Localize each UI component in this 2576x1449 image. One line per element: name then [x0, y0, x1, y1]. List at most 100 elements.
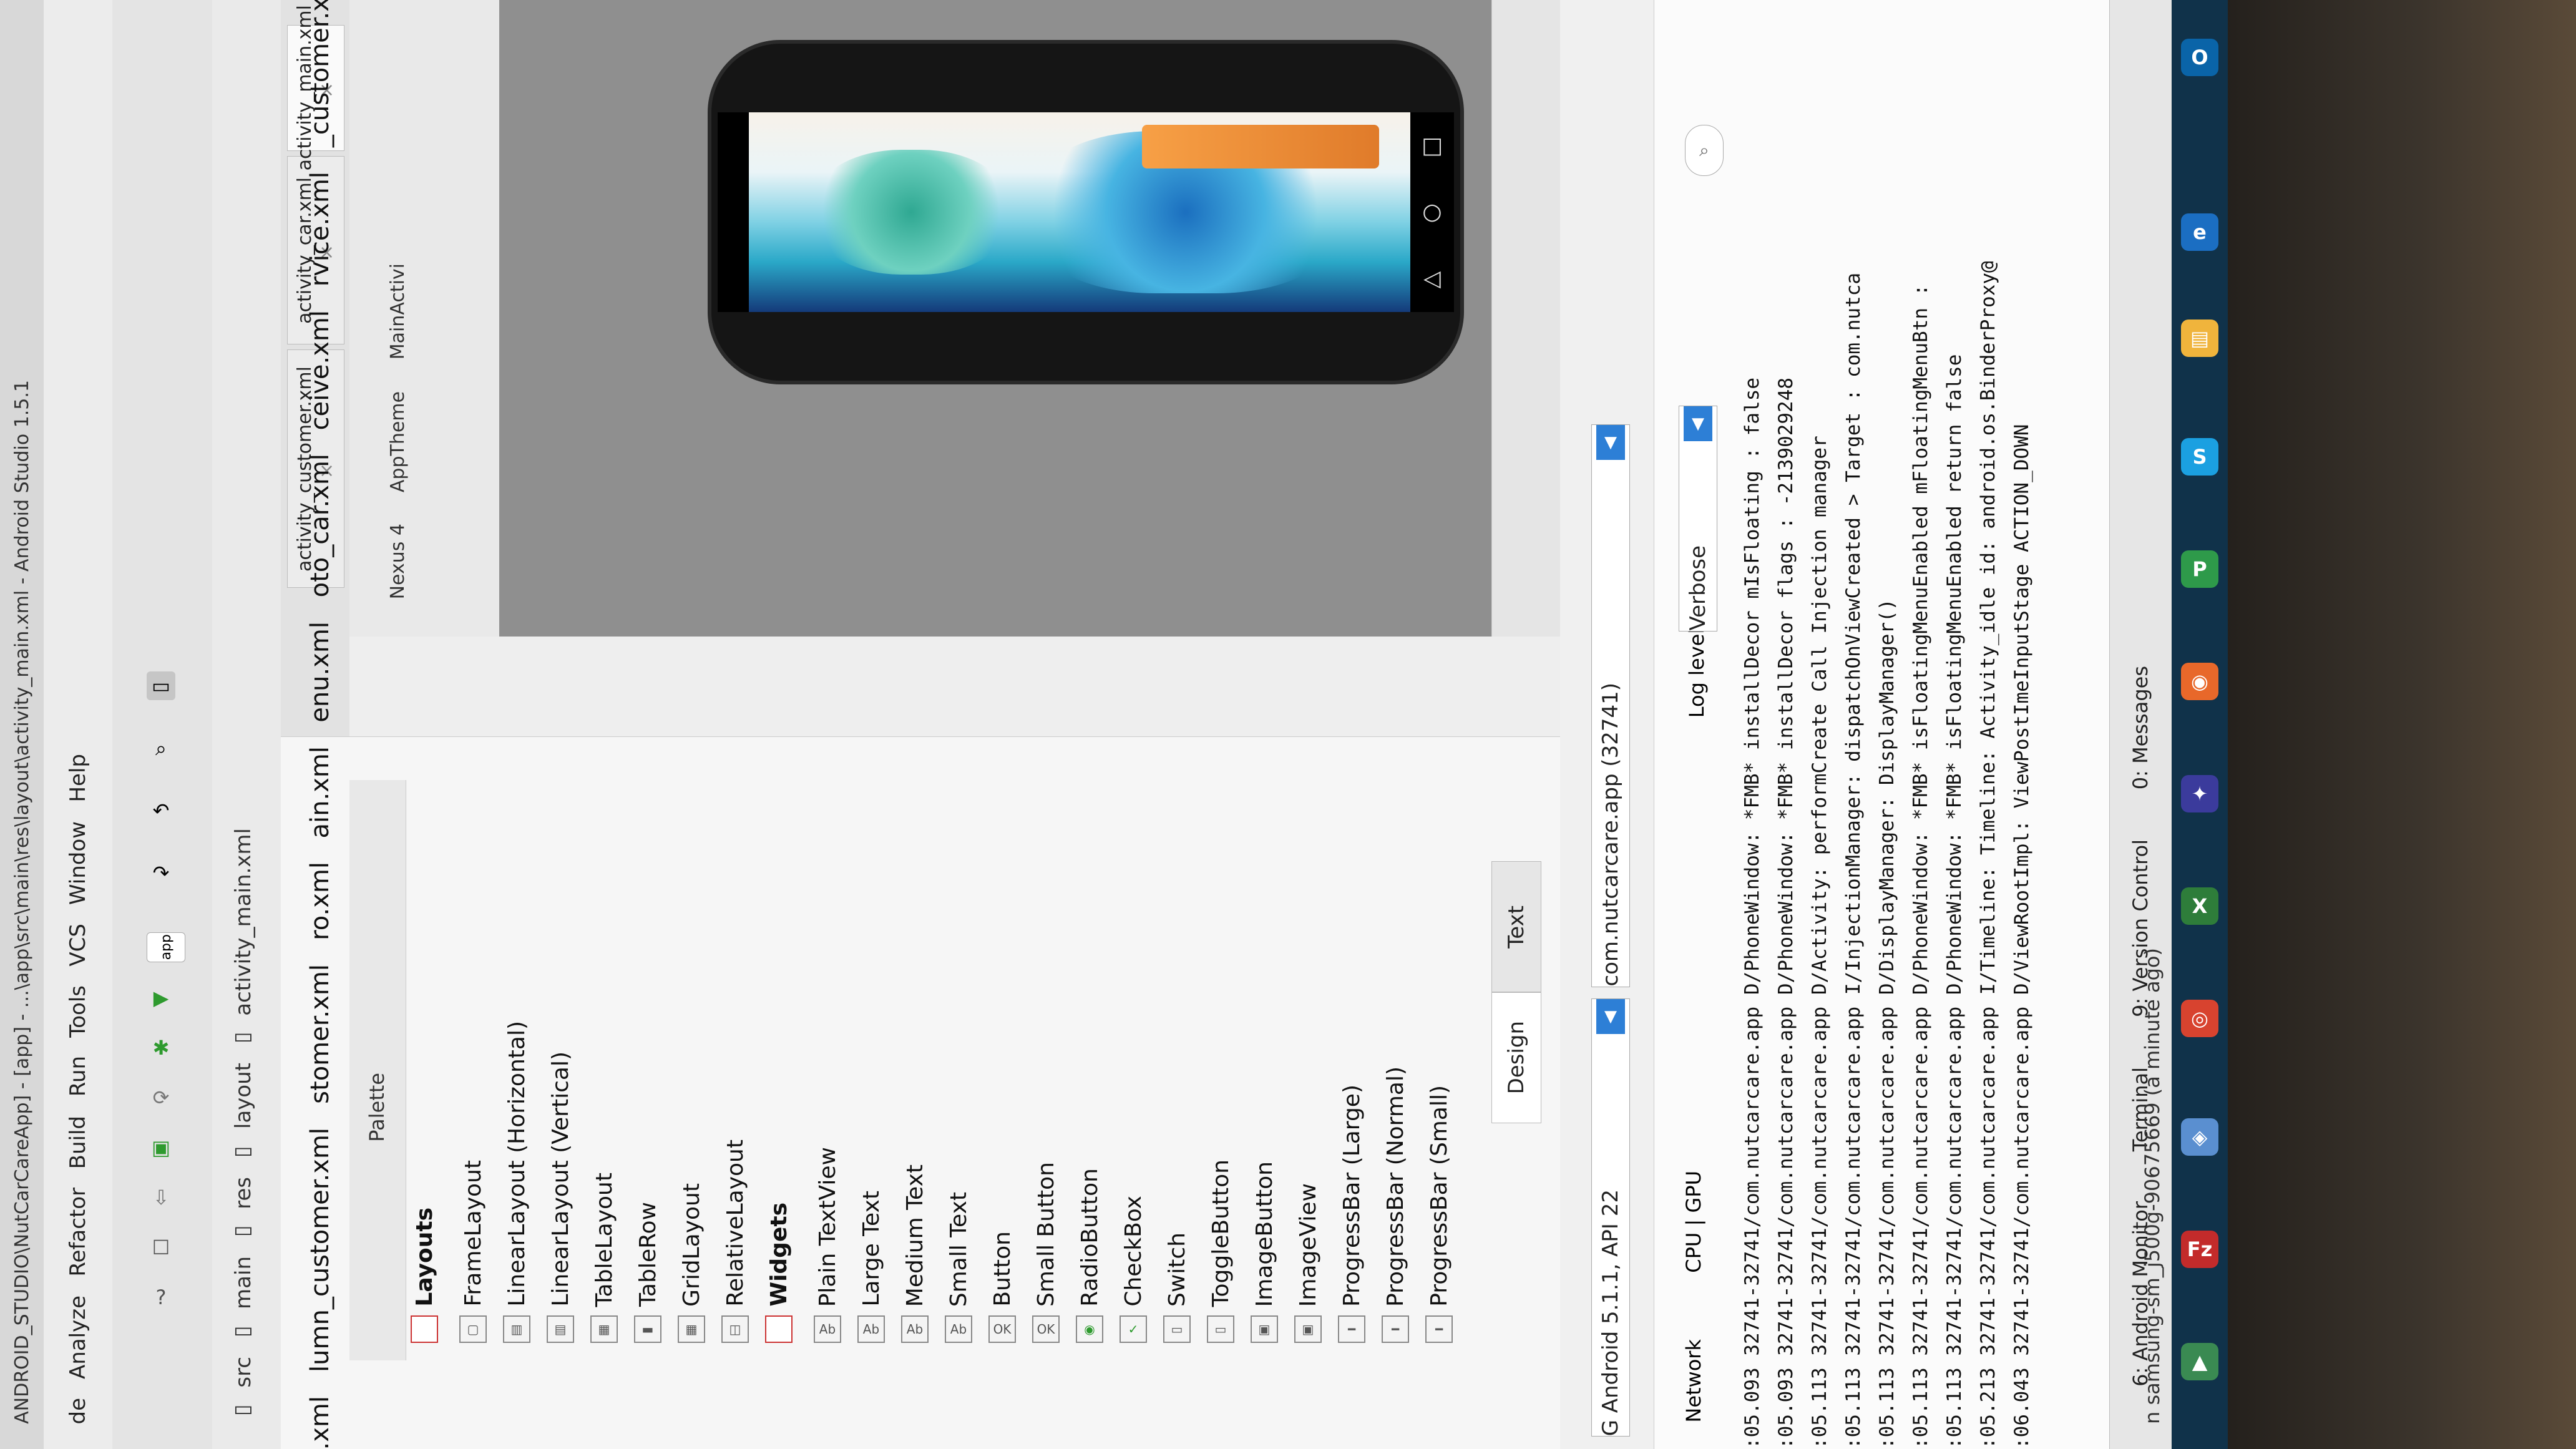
widget-icon: Ab [945, 1315, 972, 1343]
palette-item[interactable]: ▭ ToggleButton [1199, 1159, 1242, 1343]
firefox-icon[interactable]: ◉ [2181, 663, 2218, 700]
palette-item[interactable]: Ab Medium Text [893, 1164, 937, 1343]
palette-item[interactable]: ▬ TableRow [626, 1202, 670, 1343]
project-file-item[interactable]: lumn_customer.xml [306, 1128, 334, 1372]
project-file-item[interactable]: .xml [306, 1396, 334, 1449]
menu-item[interactable]: Help [66, 754, 90, 803]
avd-manager-icon[interactable]: ☐ [147, 1233, 175, 1262]
android-icon[interactable]: ▣ [147, 1133, 175, 1162]
folder-icon: ▭ [231, 1320, 256, 1346]
chevron-down-icon[interactable]: ▼ [1684, 406, 1712, 441]
widget-icon: ▦ [678, 1315, 705, 1343]
palette-item[interactable]: Ab Large Text [849, 1191, 893, 1343]
palette-item-label: GridLayout [678, 1183, 705, 1307]
palette-item[interactable]: ▣ ImageButton [1242, 1161, 1286, 1343]
project-file-item[interactable]: enu.xml [306, 622, 334, 723]
menu-bar: de Analyze Refactor Build Run Tools VCS Window H… [44, 0, 113, 1449]
outlook-icon[interactable]: O [2181, 39, 2218, 76]
palette-item[interactable]: Ab Small Text [937, 1192, 980, 1343]
palette-item[interactable]: ▤ LinearLayout (Vertical) [539, 1051, 582, 1343]
palette-item[interactable]: ▥ LinearLayout (Horizontal) [495, 1021, 539, 1343]
tab-text[interactable]: Text [1491, 861, 1541, 992]
log-level-select[interactable]: Verbose ▼ [1679, 406, 1717, 632]
project-file-item[interactable]: stomer.xml [306, 964, 334, 1104]
palette-item-label: RelativeLayout [722, 1139, 748, 1307]
menu-item[interactable]: Analyze [66, 1295, 90, 1379]
palette-item[interactable]: OK Button [980, 1231, 1024, 1343]
palette-item[interactable]: ━ ProgressBar (Small) [1417, 1085, 1461, 1343]
menu-item[interactable]: Window [66, 821, 90, 905]
breadcrumb-item[interactable]: activity_main.xml [231, 828, 256, 1016]
ide-screen: ANDROID_STUDIO\NutCarCareApp] - [app] - … [0, 0, 2184, 1449]
chevron-down-icon[interactable]: ▼ [1596, 999, 1625, 1034]
undo-icon[interactable]: ↶ [147, 796, 175, 825]
folder-icon [411, 1315, 438, 1343]
search-icon[interactable]: ⌕ [147, 734, 175, 763]
menu-item[interactable]: de [66, 1398, 90, 1425]
tab-design[interactable]: Design [1491, 992, 1541, 1123]
device-select[interactable]: Nexus 4 [387, 524, 409, 599]
palette-item[interactable]: Ab Plain TextView [806, 1147, 849, 1343]
process-select[interactable]: com.nutcarcare.app (32741) ▼ [1591, 424, 1630, 987]
project-file-item[interactable]: ro.xml [306, 862, 334, 940]
palette-group[interactable]: Widgets [757, 1203, 801, 1343]
module-select[interactable]: app [147, 932, 185, 962]
menu-item[interactable]: Tools [66, 985, 90, 1038]
breadcrumb-item[interactable]: res [231, 1177, 256, 1209]
palette-item[interactable]: ━ ProgressBar (Normal) [1373, 1066, 1417, 1343]
ie-icon[interactable]: e [2181, 213, 2218, 251]
palette-item-label: RadioButton [1076, 1168, 1103, 1307]
menu-item[interactable]: Build [66, 1116, 90, 1169]
palette-item[interactable]: ▭ Switch [1155, 1232, 1199, 1343]
skype-icon[interactable]: S [2181, 438, 2218, 476]
android-studio-icon[interactable]: ▲ [2181, 1343, 2218, 1380]
chevron-down-icon[interactable]: ▼ [1596, 425, 1625, 460]
activity-select[interactable]: MainActivi [387, 263, 409, 359]
palette-item-label: Switch [1164, 1232, 1190, 1307]
breadcrumb-item[interactable]: src [231, 1357, 256, 1388]
file-explorer-icon[interactable]: ▤ [2181, 320, 2218, 357]
breadcrumb-item[interactable]: layout [231, 1063, 256, 1129]
palette-item[interactable]: ━ ProgressBar (Large) [1330, 1085, 1373, 1343]
device-select[interactable]: G Android 5.1.1, API 22 ▼ [1591, 998, 1630, 1437]
filezilla-icon[interactable]: Fz [2181, 1231, 2218, 1268]
sdk-manager-icon[interactable]: ⇩ [147, 1183, 175, 1212]
sync-icon[interactable]: ⟳ [147, 1083, 175, 1112]
game-icon[interactable]: ✦ [2181, 775, 2218, 812]
palette-item[interactable]: ▦ TableLayout [582, 1173, 626, 1343]
palette-item[interactable]: ▢ FrameLayout [451, 1160, 495, 1343]
search-icon[interactable]: ⌕ [1685, 125, 1724, 176]
debug-icon[interactable]: ✱ [147, 1033, 175, 1062]
log-line: :05.093 32741-32741/com.nutcarcare.app D… [1741, 377, 1764, 1449]
tab-network[interactable]: Network [1682, 1339, 1705, 1423]
project-file-item[interactable]: ain.xml [306, 746, 334, 838]
palette-item[interactable]: OK Small Button [1024, 1162, 1068, 1343]
palette-item[interactable]: ▣ ImageView [1286, 1183, 1330, 1343]
help-icon[interactable]: ? [147, 1283, 175, 1312]
theme-select[interactable]: AppTheme [387, 391, 409, 492]
chrome-icon[interactable]: ◎ [2181, 1000, 2218, 1037]
palette-item-label: ToggleButton [1208, 1159, 1234, 1307]
run-icon[interactable]: ▶ [147, 983, 175, 1012]
menu-item[interactable]: VCS [66, 924, 90, 967]
project-file-item[interactable]: ceive.xml [306, 310, 334, 430]
app-button [1142, 125, 1379, 168]
palette-item[interactable]: ◉ RadioButton [1068, 1168, 1111, 1343]
redo-icon[interactable]: ↷ [147, 859, 175, 887]
tab-cpu-gpu[interactable]: CPU | GPU [1682, 1171, 1705, 1273]
palette-item[interactable]: ✓ CheckBox [1111, 1196, 1155, 1343]
project-file-item[interactable]: _customer.xml [306, 0, 334, 148]
project-file-item[interactable]: oto_car.xml [306, 454, 334, 597]
excel-icon[interactable]: X [2181, 887, 2218, 925]
palette-item[interactable]: ◫ RelativeLayout [713, 1139, 757, 1343]
breadcrumb-item[interactable]: main [231, 1256, 256, 1309]
project-file-item[interactable]: rvice.xml [306, 172, 334, 286]
palette-item[interactable]: ▦ GridLayout [670, 1183, 713, 1343]
menu-item[interactable]: Run [66, 1056, 90, 1096]
app-icon[interactable]: ◈ [2181, 1118, 2218, 1156]
menu-item[interactable]: Refactor [66, 1188, 90, 1277]
open-folder-icon[interactable]: ▭ [147, 671, 175, 700]
palette-group[interactable]: Layouts [402, 1208, 446, 1343]
palette-item-label: Small Button [1033, 1161, 1059, 1307]
publisher-icon[interactable]: P [2181, 550, 2218, 588]
